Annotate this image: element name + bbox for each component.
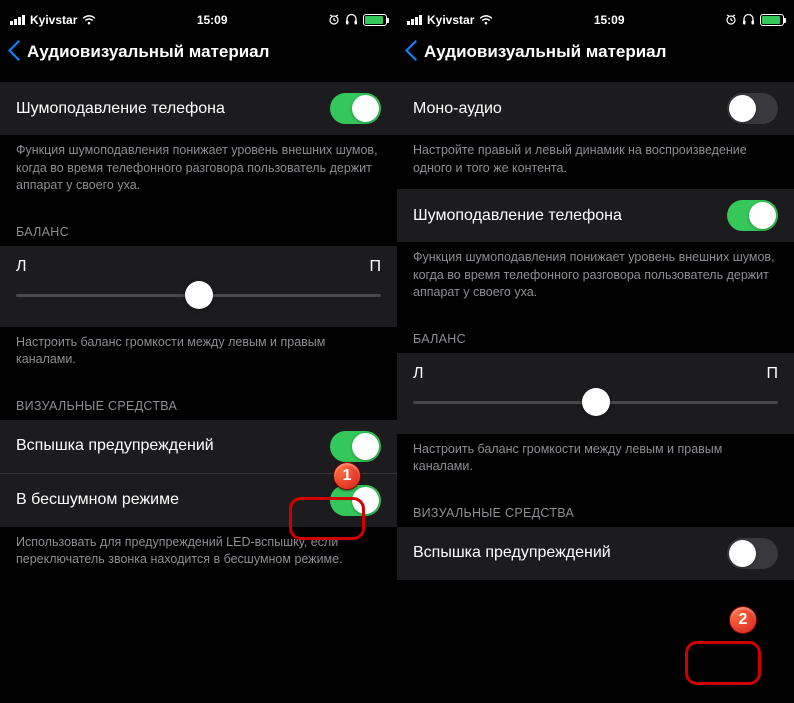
- status-bar: Kyivstar 15:09: [397, 10, 794, 30]
- battery-icon: [363, 14, 387, 26]
- battery-icon: [760, 14, 784, 26]
- visual-header: ВИЗУАЛЬНЫЕ СРЕДСТВА: [397, 488, 794, 527]
- balance-desc: Настроить баланс громкости между левым и…: [397, 434, 794, 488]
- balance-slider-container: Л П: [0, 246, 397, 327]
- noise-cancel-desc: Функция шумоподавления понижает уровень …: [397, 242, 794, 314]
- signal-icon: [10, 15, 25, 25]
- balance-right-label: П: [767, 365, 779, 383]
- status-time: 15:09: [197, 13, 228, 27]
- nav-header: Аудиовизуальный материал: [0, 30, 397, 74]
- mono-audio-label: Моно-аудио: [413, 100, 502, 118]
- visual-header: ВИЗУАЛЬНЫЕ СРЕДСТВА: [0, 381, 397, 420]
- left-screen: Kyivstar 15:09 Аудиовизуальный материал …: [0, 0, 397, 703]
- balance-slider[interactable]: [413, 401, 778, 404]
- headphones-icon: [742, 13, 755, 28]
- status-time: 15:09: [594, 13, 625, 27]
- flash-alerts-toggle[interactable]: [330, 431, 381, 462]
- alarm-icon: [328, 13, 340, 28]
- noise-cancel-toggle[interactable]: [330, 93, 381, 124]
- noise-cancel-row[interactable]: Шумоподавление телефона: [397, 189, 794, 242]
- mono-audio-row[interactable]: Моно-аудио: [397, 82, 794, 135]
- flash-alerts-toggle[interactable]: [727, 538, 778, 569]
- flash-desc: Использовать для предупреждений LED-вспы…: [0, 527, 397, 581]
- noise-cancel-row[interactable]: Шумоподавление телефона: [0, 82, 397, 135]
- silent-mode-toggle[interactable]: [330, 485, 381, 516]
- callout-badge-1: 1: [333, 462, 361, 490]
- nav-header: Аудиовизуальный материал: [397, 30, 794, 74]
- headphones-icon: [345, 13, 358, 28]
- balance-header: БАЛАНС: [0, 207, 397, 246]
- balance-slider[interactable]: [16, 294, 381, 297]
- flash-alerts-row[interactable]: Вспышка предупреждений: [397, 527, 794, 580]
- flash-alerts-label: Вспышка предупреждений: [413, 544, 611, 562]
- alarm-icon: [725, 13, 737, 28]
- right-screen: Kyivstar 15:09 Аудиовизуальный материал …: [397, 0, 794, 703]
- noise-cancel-toggle[interactable]: [727, 200, 778, 231]
- back-button[interactable]: [405, 37, 418, 68]
- back-button[interactable]: [8, 37, 21, 68]
- wifi-icon: [479, 13, 493, 28]
- flash-alerts-label: Вспышка предупреждений: [16, 437, 214, 455]
- balance-desc: Настроить баланс громкости между левым и…: [0, 327, 397, 381]
- signal-icon: [407, 15, 422, 25]
- noise-cancel-desc: Функция шумоподавления понижает уровень …: [0, 135, 397, 207]
- callout-2: [685, 641, 761, 685]
- page-title: Аудиовизуальный материал: [424, 42, 666, 62]
- silent-mode-label: В бесшумном режиме: [16, 491, 179, 509]
- carrier-label: Kyivstar: [30, 13, 77, 27]
- page-title: Аудиовизуальный материал: [27, 42, 269, 62]
- mono-audio-toggle[interactable]: [727, 93, 778, 124]
- noise-cancel-label: Шумоподавление телефона: [413, 207, 622, 225]
- wifi-icon: [82, 13, 96, 28]
- mono-desc: Настройте правый и левый динамик на восп…: [397, 135, 794, 189]
- carrier-label: Kyivstar: [427, 13, 474, 27]
- balance-slider-container: Л П: [397, 353, 794, 434]
- balance-left-label: Л: [413, 365, 424, 383]
- balance-left-label: Л: [16, 258, 27, 276]
- noise-cancel-label: Шумоподавление телефона: [16, 100, 225, 118]
- balance-right-label: П: [370, 258, 382, 276]
- callout-badge-2: 2: [729, 606, 757, 634]
- balance-header: БАЛАНС: [397, 314, 794, 353]
- status-bar: Kyivstar 15:09: [0, 10, 397, 30]
